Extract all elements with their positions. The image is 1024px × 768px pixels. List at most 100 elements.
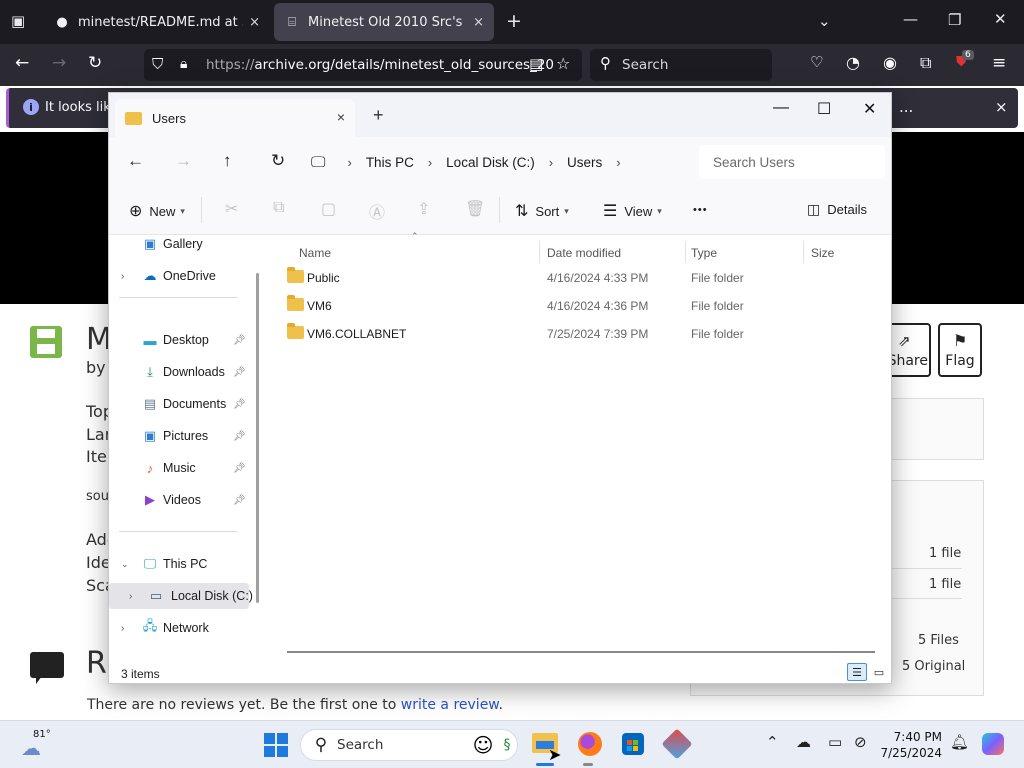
pocket-icon[interactable]: ♡ — [810, 55, 823, 70]
pin-icon[interactable]: 📌︎ — [233, 431, 246, 442]
close-tab-icon[interactable]: × — [249, 15, 260, 30]
chevron-right-icon[interactable]: › — [129, 591, 132, 602]
pin-icon[interactable]: 📌︎ — [233, 399, 246, 410]
maximize-button[interactable]: ☐ — [817, 99, 831, 119]
breadcrumb-local-disk[interactable]: Local Disk (C:) — [444, 153, 537, 172]
column-divider[interactable] — [539, 241, 540, 263]
chevron-right-icon[interactable]: › — [549, 155, 553, 170]
pin-icon[interactable]: 📌︎ — [233, 495, 246, 506]
table-row[interactable]: Public 4/16/2024 4:33 PM File folder — [283, 265, 883, 291]
more-options-button[interactable]: ••• — [693, 204, 708, 216]
network-status-icon[interactable]: ⊘ — [854, 735, 867, 750]
firefox-icon[interactable] — [578, 732, 602, 756]
sidebar-item-documents[interactable]: ▤ Documents 📌︎ — [109, 391, 249, 417]
files-total[interactable]: 5 Files — [918, 633, 959, 648]
back-icon[interactable]: ← — [15, 55, 29, 72]
files-original[interactable]: 5 Original — [902, 659, 965, 674]
chevron-down-icon[interactable]: ⌄ — [818, 14, 831, 29]
weather-temp[interactable]: 81° — [33, 729, 51, 740]
restore-icon[interactable]: ❐ — [948, 13, 961, 28]
notification-more[interactable]: ... — [899, 98, 913, 116]
sidebar-item-desktop[interactable]: ▬ Desktop 📌︎ — [109, 327, 249, 353]
display-icon[interactable]: ▭ — [828, 735, 842, 750]
back-icon[interactable]: ← — [127, 151, 144, 171]
chevron-right-icon[interactable]: › — [616, 155, 620, 170]
browser-tab-archive[interactable]: ⌸ Minetest Old 2010 Src's : celero × — [274, 3, 494, 41]
menu-icon[interactable]: ≡ — [992, 55, 1006, 72]
lock-icon[interactable]: 🔒︎ — [180, 57, 187, 71]
sidebar-item-pictures[interactable]: ▣ Pictures 📌︎ — [109, 423, 249, 449]
chevron-up-icon[interactable]: ⌃ — [766, 735, 779, 750]
sidebar-item-music[interactable]: ♪ Music 📌︎ — [109, 455, 249, 481]
breadcrumb[interactable]: 🖵︎ › This PC › Local Disk (C:) › Users › — [311, 145, 697, 179]
details-view-icon[interactable]: ☰ — [847, 663, 867, 681]
sidebar-item-downloads[interactable]: ⤓ Downloads 📌︎ — [109, 359, 249, 385]
forward-icon[interactable]: → — [175, 151, 192, 171]
sidebar-item-gallery[interactable]: ▣ Gallery — [109, 235, 249, 257]
pin-icon[interactable]: 📌︎ — [233, 463, 246, 474]
cut-icon[interactable]: ✂ — [225, 199, 238, 219]
horizontal-scrollbar[interactable] — [287, 651, 875, 653]
tab-list-icon[interactable]: ▣ — [11, 14, 25, 29]
file-count-2[interactable]: 1 file — [929, 577, 961, 592]
table-row[interactable]: VM6 4/16/2024 4:36 PM File folder — [283, 293, 883, 319]
computer-icon[interactable]: 🖵︎ — [311, 154, 325, 171]
close-tab-icon[interactable]: × — [473, 15, 484, 30]
shield-icon[interactable]: ⛉ — [152, 57, 163, 72]
write-review-link[interactable]: write a review — [401, 697, 499, 713]
microsoft-store-icon[interactable] — [622, 733, 644, 755]
sidebar-scrollbar[interactable] — [256, 273, 259, 603]
reader-view-icon[interactable]: ▤ — [529, 57, 543, 72]
clock[interactable]: 7:40 PM 7/25/2024 — [880, 729, 942, 761]
reload-icon[interactable]: ↻ — [88, 55, 102, 72]
notification-close-button[interactable]: × — [995, 98, 1008, 116]
account-icon[interactable]: ◉ — [883, 55, 897, 71]
bookmark-star-icon[interactable]: ☆ — [556, 56, 570, 72]
breadcrumb-this-pc[interactable]: This PC — [364, 153, 416, 172]
url-bar[interactable]: https:// archive.org/details/minetest_ol… — [144, 49, 582, 81]
close-button[interactable]: ✕ — [863, 99, 876, 119]
minimize-icon[interactable]: — — [903, 12, 918, 27]
refresh-icon[interactable]: ↻ — [271, 151, 285, 171]
share-icon[interactable]: ⇪ — [417, 199, 430, 219]
extension-circle-icon[interactable]: ◔ — [846, 55, 860, 71]
sidebar-item-videos[interactable]: ▶ Videos 📌︎ — [109, 487, 249, 513]
start-windows-icon[interactable] — [264, 733, 288, 757]
sort-button[interactable]: ⇅ Sort ▾ — [515, 201, 569, 221]
sidebar-item-network[interactable]: › 🖧︎ Network — [109, 615, 249, 641]
new-tab-button[interactable]: + — [506, 12, 522, 31]
search-highlight-icon[interactable]: ☺ — [470, 732, 496, 758]
table-row[interactable]: VM6.COLLABNET 7/25/2024 7:39 PM File fol… — [283, 321, 883, 347]
sidebar-item-onedrive[interactable]: › ☁ OneDrive — [109, 263, 249, 289]
app-diamond-icon[interactable] — [661, 728, 693, 760]
delete-icon[interactable]: 🗑︎ — [465, 199, 485, 219]
notification-bell-icon[interactable]: 🔔︎ — [950, 735, 969, 750]
browser-search-bar[interactable]: Search — [590, 49, 772, 81]
column-header-date[interactable]: Date modified — [547, 241, 621, 265]
sidebar-item-this-pc[interactable]: ⌄ 🖵︎ This PC — [109, 551, 249, 577]
file-count-1[interactable]: 1 file — [929, 546, 961, 561]
sidebar-item-local-disk[interactable]: › ▭ Local Disk (C:) — [109, 583, 253, 609]
column-header-size[interactable]: Size — [811, 241, 834, 265]
copy-icon[interactable]: ⧉ — [273, 199, 284, 217]
chevron-right-icon[interactable]: › — [347, 155, 351, 170]
flag-button[interactable]: ⚑ Flag — [938, 323, 982, 377]
extensions-icon[interactable]: ⧉ — [920, 55, 931, 71]
chevron-right-icon[interactable]: › — [121, 271, 124, 282]
view-button[interactable]: ☰ View ▾ — [603, 201, 662, 221]
search-input[interactable]: Search Users — [699, 145, 885, 179]
tiles-view-icon[interactable]: ▭ — [869, 663, 889, 681]
chevron-right-icon[interactable]: › — [121, 623, 124, 634]
cloud-offline-icon[interactable]: ☁ — [796, 735, 811, 750]
column-header-name[interactable]: Name — [299, 241, 331, 265]
rename-icon[interactable]: Ⓐ — [369, 199, 385, 223]
new-button[interactable]: ⊕ New ▾ — [129, 201, 185, 221]
explorer-tab-users[interactable]: Users × — [115, 99, 355, 137]
up-icon[interactable]: ↑ — [223, 151, 232, 171]
forward-icon[interactable]: → — [52, 55, 66, 72]
chevron-down-icon[interactable]: ⌄ — [121, 559, 129, 570]
breadcrumb-users[interactable]: Users — [565, 153, 604, 172]
column-divider[interactable] — [685, 241, 686, 263]
details-button[interactable]: ◫ Details — [807, 201, 867, 218]
close-icon[interactable]: ✕ — [994, 12, 1007, 27]
